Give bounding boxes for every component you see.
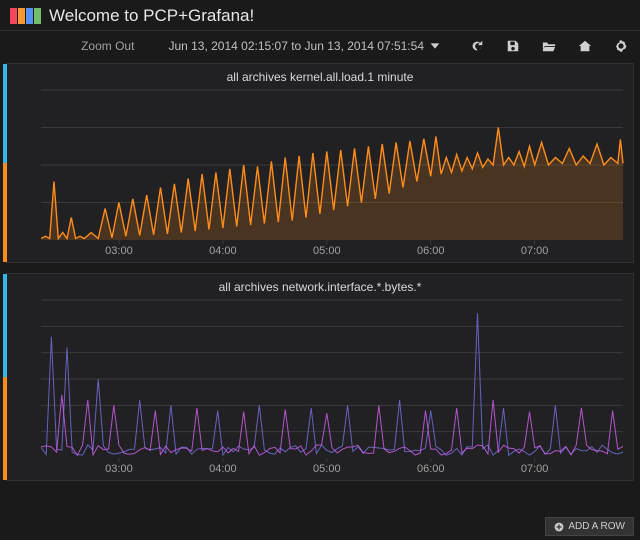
chart-load[interactable]: 0.511.5203:0004:0005:0006:0007:00	[41, 86, 629, 258]
svg-text:03:00: 03:00	[105, 463, 133, 475]
svg-text:03:00: 03:00	[105, 245, 133, 257]
plus-circle-icon	[554, 522, 564, 532]
timerange-label: Jun 13, 2014 02:15:07 to Jun 13, 2014 07…	[168, 39, 424, 53]
chart-network[interactable]: 50.0 K100.0 K150.0 K200.0 K250.0 K300.0 …	[41, 296, 629, 476]
svg-text:07:00: 07:00	[521, 245, 549, 257]
add-row-label: ADD A ROW	[568, 521, 625, 532]
svg-text:04:00: 04:00	[209, 463, 237, 475]
timerange-picker[interactable]: Jun 13, 2014 02:15:07 to Jun 13, 2014 07…	[168, 39, 442, 53]
zoom-out-button[interactable]: Zoom Out	[81, 39, 134, 53]
svg-text:06:00: 06:00	[417, 463, 445, 475]
add-row-button[interactable]: ADD A ROW	[545, 517, 634, 536]
gear-icon[interactable]	[614, 39, 628, 53]
toolbar: Zoom Out Jun 13, 2014 02:15:07 to Jun 13…	[0, 31, 640, 63]
svg-text:07:00: 07:00	[521, 463, 549, 475]
page-title: Welcome to PCP+Grafana!	[49, 6, 254, 26]
panel-title: all archives kernel.all.load.1 minute	[7, 64, 633, 86]
caret-down-icon	[428, 39, 442, 53]
svg-text:06:00: 06:00	[417, 245, 445, 257]
folder-open-icon[interactable]	[542, 39, 556, 53]
refresh-icon[interactable]	[470, 39, 484, 53]
grafana-logo	[10, 8, 41, 24]
panel-load: all archives kernel.all.load.1 minute 0.…	[6, 63, 634, 263]
svg-text:05:00: 05:00	[313, 463, 341, 475]
save-icon[interactable]	[506, 39, 520, 53]
panel-network: all archives network.interface.*.bytes.*…	[6, 273, 634, 481]
panel-title: all archives network.interface.*.bytes.*	[7, 274, 633, 296]
home-icon[interactable]	[578, 39, 592, 53]
svg-text:05:00: 05:00	[313, 245, 341, 257]
svg-text:04:00: 04:00	[209, 245, 237, 257]
